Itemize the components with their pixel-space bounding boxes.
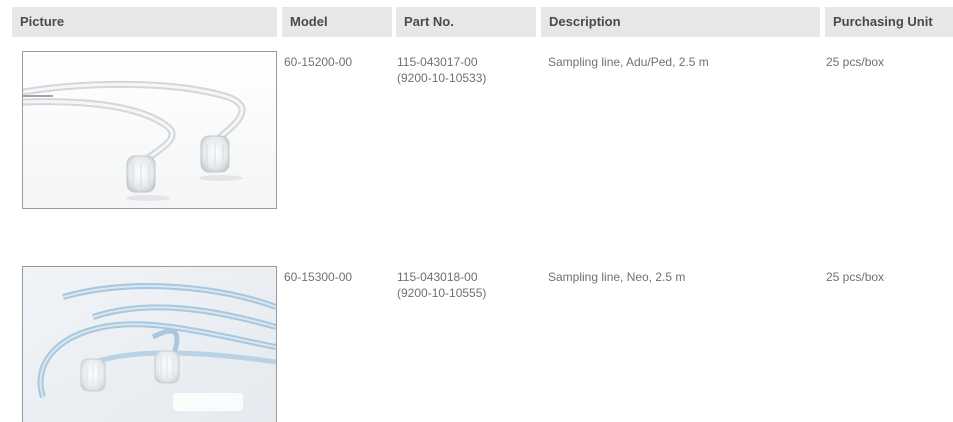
part-no-secondary: (9200-10-10533) bbox=[397, 71, 487, 85]
part-no-primary: 115-043018-00 bbox=[397, 270, 478, 284]
sampling-line-neonatal-photo bbox=[22, 266, 277, 422]
header-picture: Picture bbox=[12, 7, 277, 37]
part-no-primary: 115-043017-00 bbox=[397, 55, 478, 69]
header-model: Model bbox=[282, 7, 392, 37]
sampling-line-adult-image bbox=[23, 52, 276, 208]
header-purchasing-unit: Purchasing Unit bbox=[825, 7, 953, 37]
table-row: 60-15300-00 115-043018-00 (9200-10-10555… bbox=[12, 266, 953, 422]
description-cell: Sampling line, Neo, 2.5 m bbox=[548, 270, 686, 284]
luer-connector-left bbox=[126, 155, 156, 193]
model-cell: 60-15300-00 bbox=[284, 270, 353, 284]
sampling-line-neonatal-image bbox=[23, 267, 276, 422]
table-row: 60-15200-00 115-043017-00 (9200-10-10533… bbox=[12, 51, 953, 211]
luer-connector-right bbox=[200, 135, 230, 173]
part-no-cell: 115-043017-00 (9200-10-10533) bbox=[397, 54, 486, 86]
luer-connector-left bbox=[80, 358, 106, 392]
accessories-table: Picture Model Part No. Description Purch… bbox=[0, 0, 953, 422]
model-cell: 60-15200-00 bbox=[284, 55, 353, 69]
header-part-no: Part No. bbox=[396, 7, 536, 37]
sampling-line-adult-photo bbox=[22, 51, 277, 209]
part-no-secondary: (9200-10-10555) bbox=[397, 286, 487, 300]
purchasing-unit-cell: 25 pcs/box bbox=[826, 270, 885, 284]
table-header: Picture Model Part No. Description Purch… bbox=[12, 7, 953, 37]
header-description: Description bbox=[541, 7, 820, 37]
description-cell: Sampling line, Adu/Ped, 2.5 m bbox=[548, 55, 709, 69]
luer-connector-right bbox=[154, 350, 180, 384]
purchasing-unit-cell: 25 pcs/box bbox=[826, 55, 885, 69]
part-no-cell: 115-043018-00 (9200-10-10555) bbox=[397, 269, 486, 301]
